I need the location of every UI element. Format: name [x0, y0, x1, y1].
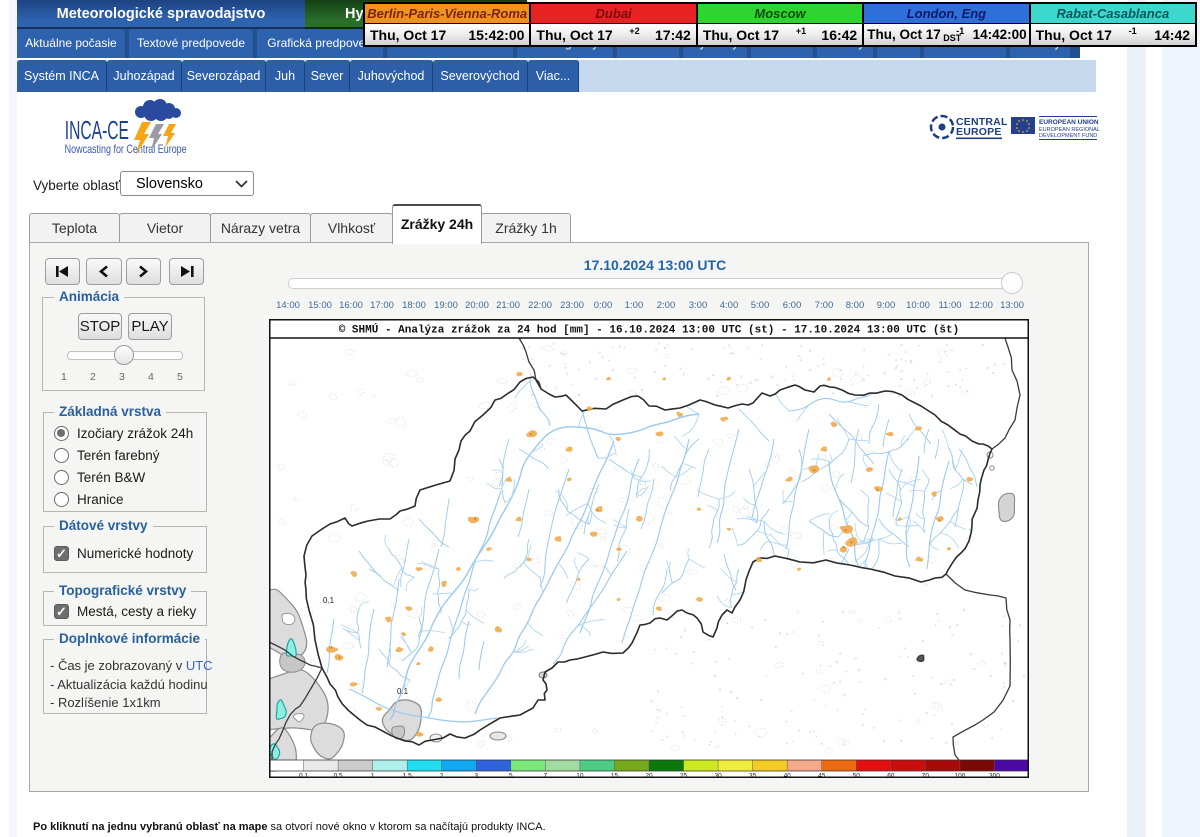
svg-text:EUROPE: EUROPE: [956, 126, 1002, 138]
svg-text:Nowcasting for Central Europe: Nowcasting for Central Europe: [65, 144, 187, 156]
svg-text:0.1: 0.1: [323, 596, 335, 605]
svg-text:© SHMÚ - Analýza zrážok za 24: © SHMÚ - Analýza zrážok za 24 hod [mm] -…: [339, 323, 960, 337]
svg-text:EUROPEAN UNION: EUROPEAN UNION: [1039, 119, 1099, 126]
svg-text:DEVELOPMENT FUND: DEVELOPMENT FUND: [1039, 133, 1097, 139]
svg-text:INCA-CE: INCA-CE: [65, 116, 129, 145]
